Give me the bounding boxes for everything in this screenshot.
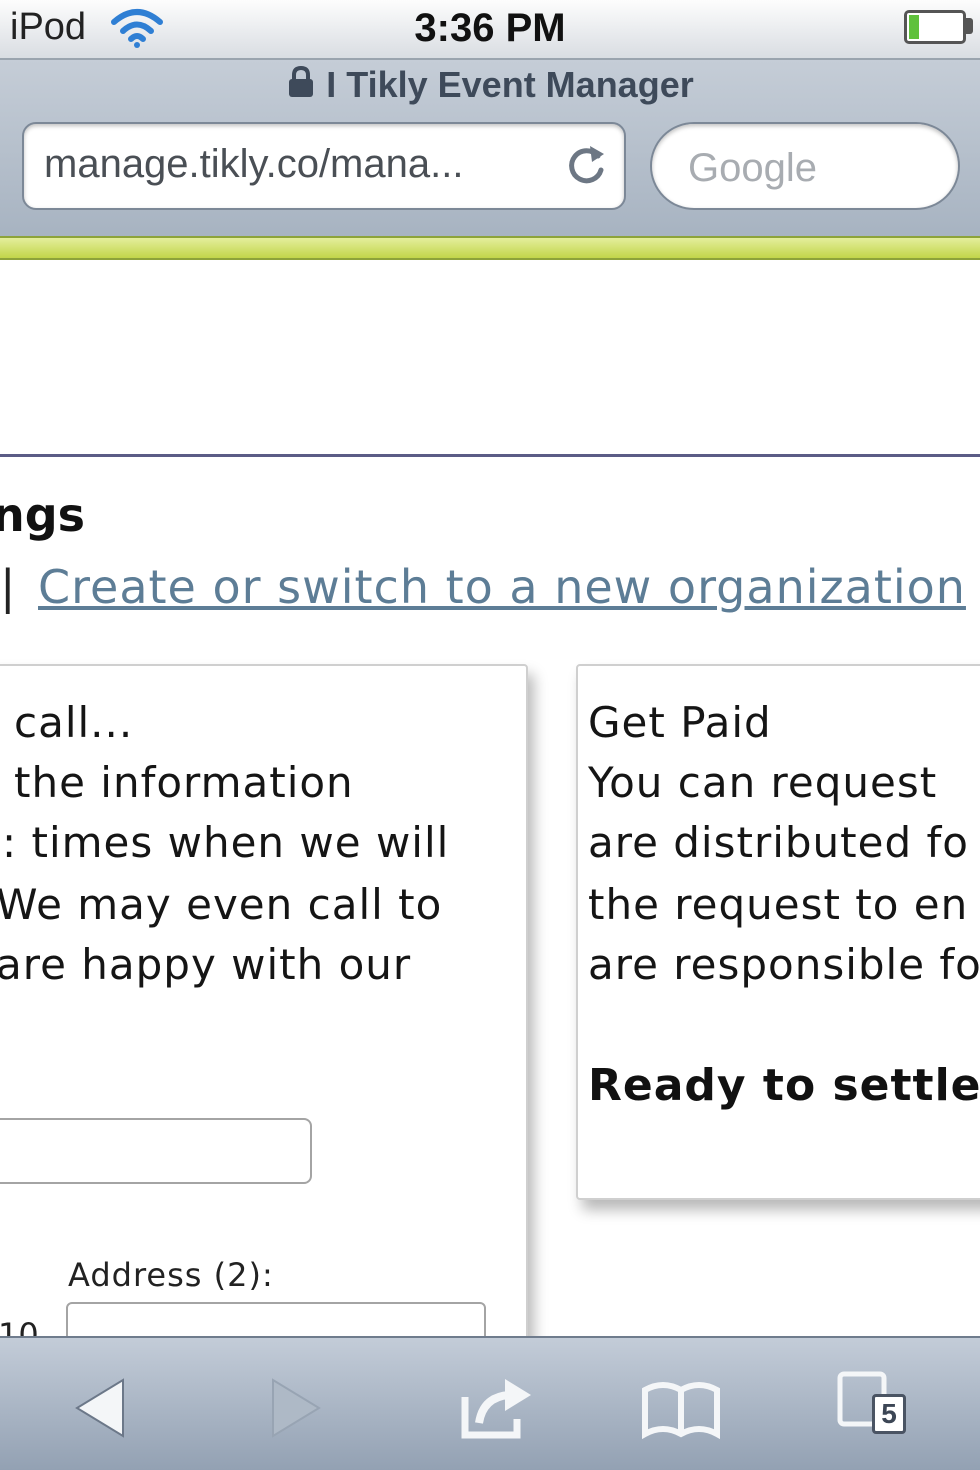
- nav-separator: |: [0, 560, 16, 614]
- tab-count-badge: 5: [872, 1394, 906, 1434]
- page-heading: ngs: [0, 488, 86, 542]
- back-arrow-icon: [75, 1378, 124, 1438]
- panel-text-line: are responsible fo: [588, 940, 980, 989]
- status-bar: iPod 3:36 PM: [0, 0, 980, 60]
- page-header-area: [0, 262, 980, 454]
- battery-level: [909, 15, 919, 39]
- header-divider: [0, 454, 980, 457]
- panel-text-line: are distributed fo: [588, 818, 969, 867]
- get-paid-panel: Get Paid You can request are distributed…: [576, 664, 980, 1200]
- contact-text-input[interactable]: [0, 1118, 312, 1184]
- ready-to-settle-heading: Ready to settle: [588, 1060, 980, 1111]
- search-field[interactable]: Google: [650, 122, 960, 210]
- share-button[interactable]: [450, 1368, 540, 1448]
- bookmarks-button[interactable]: [636, 1368, 726, 1448]
- battery-icon: [904, 10, 966, 44]
- panel-text-line: call...: [14, 698, 134, 747]
- clock: 3:36 PM: [414, 6, 566, 50]
- create-organization-link[interactable]: Create or switch to a new organization: [38, 560, 966, 614]
- loading-progress-strip: [0, 236, 980, 260]
- forward-arrow-icon: [272, 1378, 321, 1438]
- panel-text-line: : times when we will: [2, 818, 450, 867]
- battery-tip: [966, 18, 973, 34]
- search-placeholder: Google: [688, 146, 817, 190]
- page-title-bar: I Tikly Event Manager: [0, 64, 980, 108]
- address2-label: Address (2):: [68, 1256, 274, 1294]
- panel-text-line: You can request: [588, 758, 938, 807]
- reload-icon[interactable]: [564, 140, 610, 194]
- address-bar[interactable]: manage.tikly.co/mana...: [22, 122, 626, 210]
- page-title: I Tikly Event Manager: [326, 64, 694, 105]
- url-text: manage.tikly.co/mana...: [44, 142, 464, 186]
- share-icon: [461, 1379, 531, 1439]
- panel-text-line: the request to en: [588, 880, 969, 929]
- bookmarks-icon: [642, 1382, 720, 1440]
- panel-text-line: are happy with our: [0, 940, 412, 989]
- back-button[interactable]: [56, 1368, 146, 1448]
- forward-button[interactable]: [250, 1368, 340, 1448]
- lock-icon: [286, 65, 316, 108]
- tabs-button[interactable]: 5: [830, 1368, 920, 1448]
- get-paid-title: Get Paid: [588, 698, 772, 747]
- panel-text-line: We may even call to: [0, 880, 443, 929]
- browser-toolbar: 5: [0, 1336, 980, 1470]
- contact-info-panel: call... the information : times when we …: [0, 664, 528, 1364]
- panel-text-line: the information: [14, 758, 354, 807]
- browser-chrome: I Tikly Event Manager manage.tikly.co/ma…: [0, 60, 980, 238]
